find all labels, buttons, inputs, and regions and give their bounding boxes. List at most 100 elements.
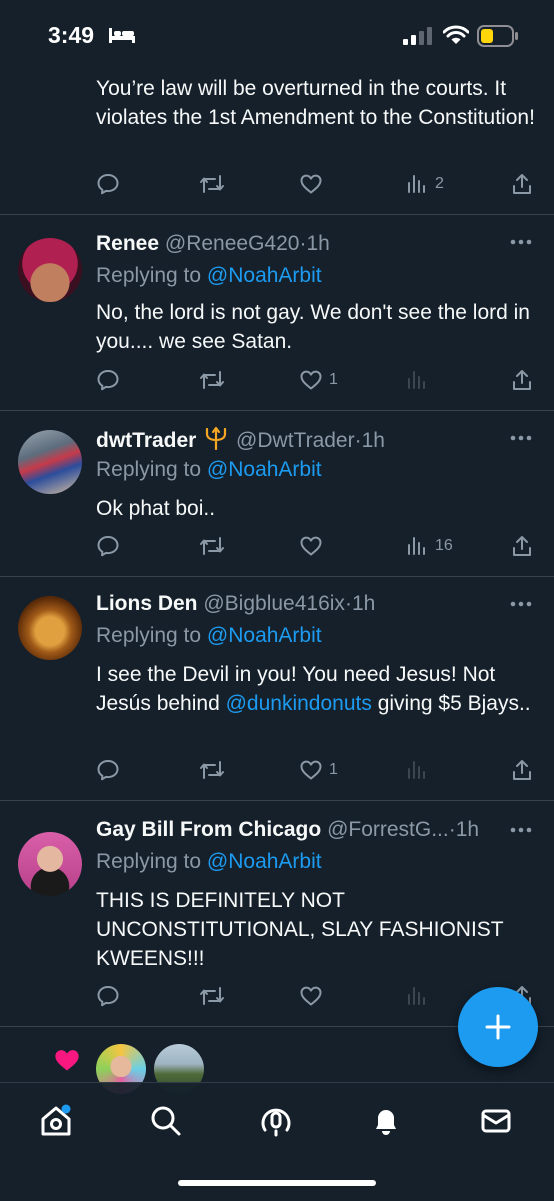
more-icon[interactable] [510, 238, 532, 246]
share-icon [513, 174, 531, 194]
status-bar: 3:49 [0, 0, 554, 68]
nav-home[interactable] [38, 1103, 74, 1139]
more-icon[interactable] [510, 434, 532, 442]
username[interactable]: @ReneeG420 [165, 232, 300, 255]
retweet-button[interactable] [199, 534, 225, 558]
spaces-icon [261, 1108, 291, 1137]
retweet-button[interactable] [199, 368, 225, 392]
tweet-text: You’re law will be overturned in the cou… [96, 77, 535, 129]
like-button[interactable]: 1 [299, 758, 338, 782]
views-count: 2 [435, 175, 444, 192]
replying-mention[interactable]: @NoahArbit [207, 850, 322, 873]
timestamp[interactable]: 1h [362, 429, 385, 452]
share-button[interactable] [510, 368, 534, 392]
tweet[interactable]: dwtTrader @DwtTrader·1h Replying to @Noa… [0, 410, 554, 577]
avatar[interactable] [18, 430, 82, 494]
retweet-icon [200, 761, 224, 779]
display-name[interactable]: dwtTrader [96, 429, 196, 452]
like-button[interactable]: 1 [299, 368, 338, 392]
signal-icon [403, 27, 432, 45]
replying-mention[interactable]: @NoahArbit [207, 458, 322, 481]
views-icon [408, 987, 425, 1005]
tweet-actions: 1 [96, 368, 536, 394]
username[interactable]: @ForrestG... [327, 818, 449, 841]
like-icon [300, 986, 322, 1006]
like-button[interactable] [299, 172, 329, 196]
reply-icon [97, 986, 119, 1007]
reply-icon [97, 174, 119, 195]
replying-mention[interactable]: @NoahArbit [207, 264, 322, 287]
avatar[interactable] [18, 596, 82, 660]
reply-button[interactable] [96, 758, 120, 782]
reply-icon [97, 536, 119, 557]
username[interactable]: @Bigblue416ix [203, 592, 345, 615]
views-button[interactable]: 2 [405, 172, 444, 196]
nav-spaces[interactable] [258, 1103, 294, 1139]
retweet-button[interactable] [199, 758, 225, 782]
reply-icon [97, 370, 119, 391]
display-name[interactable]: Lions Den [96, 592, 198, 615]
tweet-actions: 2 [96, 172, 536, 198]
views-icon [408, 371, 425, 389]
avatar[interactable] [18, 832, 82, 896]
replying-label: Replying to [96, 850, 202, 873]
trident-icon [206, 426, 227, 451]
retweet-icon [200, 175, 224, 193]
like-button[interactable] [299, 534, 329, 558]
bed-icon [109, 28, 135, 43]
display-name[interactable]: Renee [96, 232, 159, 255]
tweet-text: No, the lord is not gay. We don't see th… [96, 301, 530, 353]
retweet-button[interactable] [199, 172, 225, 196]
timestamp[interactable]: 1h [456, 818, 479, 841]
reply-button[interactable] [96, 172, 120, 196]
separator: · [344, 592, 352, 615]
battery-icon [477, 25, 518, 47]
display-name[interactable]: Gay Bill From Chicago [96, 818, 321, 841]
wifi-icon [443, 25, 469, 44]
like-icon [300, 760, 322, 780]
views-button[interactable] [405, 368, 435, 392]
reply-button[interactable] [96, 368, 120, 392]
compose-button[interactable] [458, 987, 538, 1067]
like-icon [300, 536, 322, 556]
reply-button[interactable] [96, 534, 120, 558]
replying-label: Replying to [96, 264, 202, 287]
retweet-button[interactable] [199, 984, 225, 1008]
notifications-icon [376, 1110, 396, 1135]
like-button[interactable] [299, 984, 329, 1008]
username[interactable]: @DwtTrader [236, 429, 355, 452]
share-icon [513, 536, 531, 556]
reply-button[interactable] [96, 984, 120, 1008]
tweet[interactable]: Gay Bill From Chicago @ForrestG...·1h Re… [0, 800, 554, 1027]
nav-notifications[interactable] [368, 1103, 404, 1139]
nav-messages[interactable] [478, 1103, 514, 1139]
share-button[interactable] [510, 534, 534, 558]
replying-label: Replying to [96, 458, 202, 481]
replying-mention[interactable]: @NoahArbit [207, 624, 322, 647]
views-button[interactable]: 16 [405, 534, 453, 558]
nav-search[interactable] [148, 1103, 184, 1139]
retweet-icon [200, 537, 224, 555]
like-count: 1 [329, 371, 338, 388]
share-button[interactable] [510, 172, 534, 196]
views-button[interactable] [405, 984, 435, 1008]
more-icon[interactable] [510, 826, 532, 834]
tweet-text-part: giving $5 Bjays.. [371, 692, 531, 715]
tweet-text: Ok phat boi.. [96, 497, 216, 520]
tweet-header: Lions Den @Bigblue416ix·1h [96, 592, 375, 616]
timestamp[interactable]: 1h [306, 232, 329, 255]
timestamp[interactable]: 1h [352, 592, 375, 615]
share-button[interactable] [510, 758, 534, 782]
views-button[interactable] [405, 758, 435, 782]
tweet[interactable]: Renee @ReneeG420·1h Replying to @NoahArb… [0, 214, 554, 411]
tweet-text: THIS IS DEFINITELY NOT UNCONSTITUTIONAL,… [96, 889, 504, 970]
avatar[interactable] [18, 238, 82, 302]
replying-to: Replying to @NoahArbit [96, 458, 322, 482]
messages-icon [481, 1109, 511, 1133]
tweet-header: Renee @ReneeG420·1h [96, 232, 330, 256]
replying-to: Replying to @NoahArbit [96, 850, 322, 874]
tweet[interactable]: Lions Den @Bigblue416ix·1h Replying to @… [0, 576, 554, 801]
tweet-mention[interactable]: @dunkindonuts [226, 692, 372, 715]
more-icon[interactable] [510, 600, 532, 608]
tweet-header: Gay Bill From Chicago @ForrestG...·1h [96, 818, 479, 842]
